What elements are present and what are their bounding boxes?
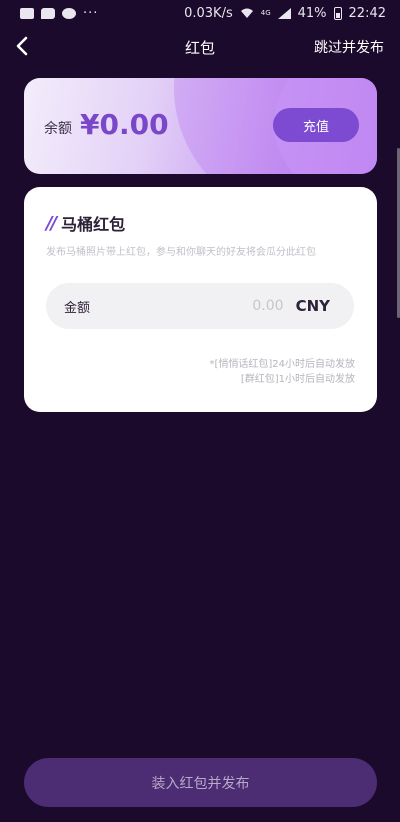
balance-label: 余额 (44, 121, 72, 137)
amount-input[interactable] (90, 298, 296, 314)
note-group-packet: [群红包]1小时后自动发放 (240, 374, 355, 385)
chat-bubble-icon (62, 7, 76, 19)
status-left: ··· (20, 6, 98, 21)
note-whisper-packet: *[悄悄话红包]24小时后自动发放 (209, 359, 355, 370)
packet-title: 马桶红包 (61, 215, 126, 234)
skip-and-publish-button[interactable]: 跳过并发布 (314, 37, 384, 57)
more-notifications-indicator: ··· (83, 5, 99, 21)
red-packet-card: // 马桶红包 发布马桶照片带上红包，参与和你聊天的好友将会瓜分此红包 金额 C… (24, 187, 377, 412)
amount-field[interactable]: 金额 CNY (46, 283, 354, 329)
double-slash-icon: // (46, 212, 57, 234)
network-speed: 0.03K/s (184, 5, 233, 21)
load-and-publish-button[interactable]: 装入红包并发布 (24, 758, 377, 807)
message-icon (41, 7, 55, 19)
back-arrow-icon[interactable] (12, 35, 34, 57)
clock: 22:42 (348, 5, 386, 21)
recharge-button[interactable]: 充值 (273, 108, 359, 142)
packet-header: // 马桶红包 (46, 211, 125, 235)
amount-label: 金额 (64, 300, 91, 316)
network-type: 4G (260, 9, 271, 17)
balance-card: 余额 ¥0.00 充值 (24, 78, 377, 174)
status-right: 0.03K/s 4G 41% 22:42 (184, 6, 386, 21)
page-title: 红包 (184, 38, 215, 57)
balance-amount: ¥0.00 (80, 108, 169, 141)
nav-bar: 红包 跳过并发布 (0, 28, 400, 66)
packet-description: 发布马桶照片带上红包，参与和你聊天的好友将会瓜分此红包 (46, 247, 316, 258)
battery-percent: 41% (297, 5, 327, 21)
red-packet-screen: ··· 0.03K/s 4G 41% 22:42 红包 跳过并发布 余额 ¥0.… (0, 0, 400, 822)
currency-label: CNY (295, 297, 330, 315)
battery-icon (333, 6, 342, 20)
wifi-icon (240, 8, 253, 18)
release-notes: *[悄悄话红包]24小时后自动发放 [群红包]1小时后自动发放 (209, 357, 355, 387)
gallery-icon (20, 7, 34, 19)
status-bar: ··· 0.03K/s 4G 41% 22:42 (0, 0, 400, 26)
signal-icon (277, 7, 291, 19)
